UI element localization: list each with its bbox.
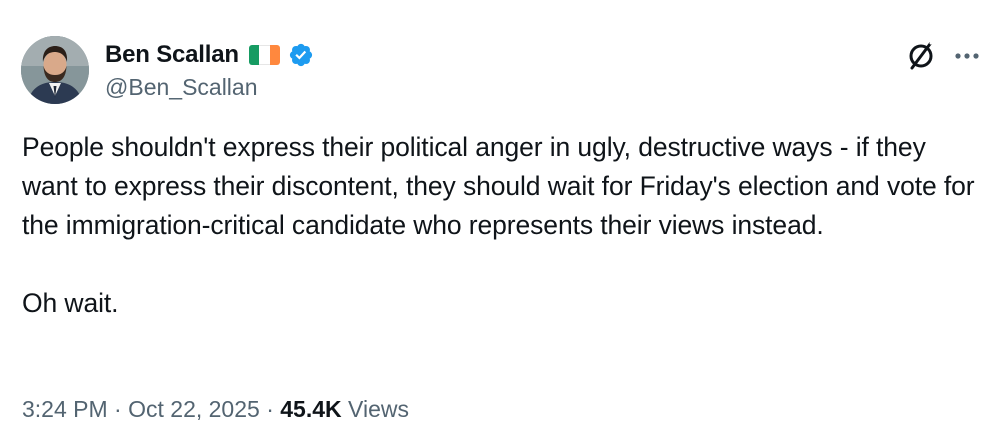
more-options-icon[interactable]	[951, 40, 983, 72]
avatar[interactable]	[21, 36, 89, 104]
tweet-date[interactable]: Oct 22, 2025	[128, 396, 260, 422]
tweet-paragraph: People shouldn't express their political…	[22, 132, 975, 240]
tweet-card: Ben Scallan @Ben_Scallan People shouldn'…	[0, 0, 1004, 446]
author-handle[interactable]: @Ben_Scallan	[105, 74, 258, 101]
display-name[interactable]: Ben Scallan	[105, 41, 239, 69]
tweet-text: People shouldn't express their political…	[22, 128, 987, 323]
verified-badge-icon[interactable]	[288, 42, 314, 68]
views-count: 45.4K	[280, 396, 342, 422]
author-name-row: Ben Scallan	[105, 38, 314, 72]
tweet-paragraph: Oh wait.	[22, 288, 119, 318]
profile-photo-icon	[21, 36, 89, 104]
grok-icon[interactable]	[903, 38, 939, 74]
ireland-flag-icon	[248, 45, 280, 65]
tweet-time[interactable]: 3:24 PM	[22, 396, 108, 422]
views-label: Views	[348, 396, 409, 422]
meta-separator: ·	[266, 396, 274, 422]
tweet-meta: 3:24 PM · Oct 22, 2025 · 45.4K Views	[22, 396, 409, 423]
meta-separator: ·	[114, 396, 122, 422]
